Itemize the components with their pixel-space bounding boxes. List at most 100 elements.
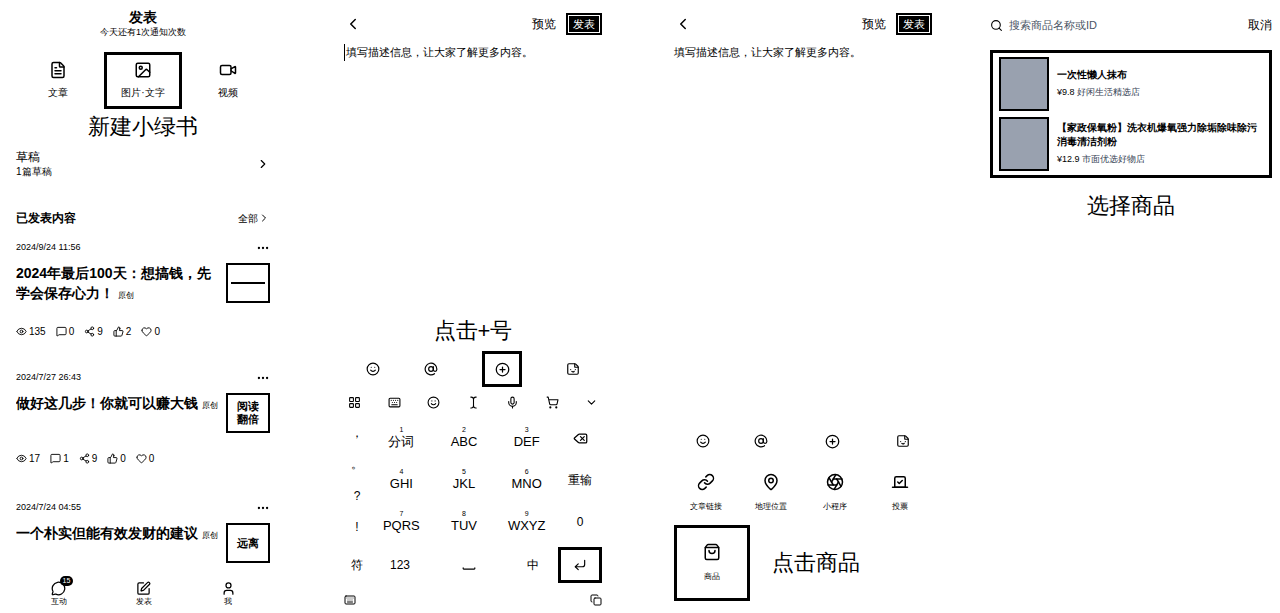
- post-item[interactable]: 2024/7/24 04:55一个朴实但能有效发财的建议 原创远离: [16, 501, 270, 575]
- all-button[interactable]: 全部: [238, 211, 270, 226]
- post-date: 2024/7/24 04:55: [16, 501, 81, 515]
- key[interactable]: 符: [344, 556, 370, 574]
- keyboard-icon[interactable]: [344, 594, 356, 606]
- subtitle: 今天还有1次通知次数: [16, 26, 270, 38]
- editor-keyboard-screen: 预览发表填写描述信息，让大家了解更多内容。点击+号，。?!1分词2ABC3DEF…: [330, 0, 616, 613]
- space-key[interactable]: [430, 558, 508, 572]
- punctuation-key[interactable]: ?: [354, 487, 361, 505]
- editor-toolbar: [674, 423, 932, 459]
- cart-icon[interactable]: [546, 396, 559, 409]
- title: 发表: [16, 8, 270, 26]
- mic-icon[interactable]: [506, 396, 519, 409]
- tool-item[interactable]: 文章链接: [674, 473, 739, 513]
- stat-icon: [113, 326, 124, 337]
- product-item[interactable]: 一次性懒人抹布¥9.8 好闲生活精选店: [999, 57, 1263, 111]
- post-item[interactable]: 2024/7/27 26:43做好这几步！你就可以赚大钱 原创阅读翻倍17190…: [16, 371, 270, 487]
- plus-icon: [825, 434, 840, 449]
- clipboard-icon[interactable]: [590, 594, 602, 606]
- sticker-icon[interactable]: [566, 362, 580, 376]
- stat-icon: [16, 326, 27, 337]
- tool-icon: [891, 473, 909, 491]
- post-date: 2024/7/27 26:43: [16, 371, 81, 385]
- drafts-row[interactable]: 草稿1篇草稿: [16, 149, 270, 179]
- side-key[interactable]: 重输: [558, 459, 602, 501]
- post-list: 2024/9/24 11:562024年最后100天：想搞钱，先学会保存心力！ …: [16, 227, 270, 575]
- type-icon: [134, 61, 152, 79]
- key[interactable]: 123: [370, 556, 430, 574]
- preview-button[interactable]: 预览: [532, 15, 556, 33]
- plus-button[interactable]: [482, 351, 522, 387]
- key[interactable]: 9WXYZ: [495, 501, 558, 543]
- emoji-icon[interactable]: [366, 362, 380, 376]
- grid-icon[interactable]: [348, 396, 361, 409]
- side-key[interactable]: 0: [558, 501, 602, 543]
- editor-tools-screen: 预览发表填写描述信息，让大家了解更多内容。文章链接地理位置小程序投票商品点击商品: [660, 0, 946, 613]
- type-button[interactable]: 图片·文字: [104, 52, 181, 109]
- chevron-down-icon[interactable]: [585, 396, 598, 409]
- plus-button[interactable]: [812, 423, 852, 459]
- header: 发表今天还有1次通知次数: [16, 0, 270, 38]
- punctuation-key[interactable]: !: [355, 518, 358, 536]
- back-icon[interactable]: [344, 15, 362, 33]
- post-title: 2024年最后100天：想搞钱，先学会保存心力！ 原创: [16, 263, 218, 306]
- tool-item[interactable]: 地理位置: [739, 473, 804, 513]
- cursor-icon[interactable]: [467, 396, 480, 409]
- punctuation-key[interactable]: 。: [351, 455, 363, 473]
- keyboard-icon[interactable]: [388, 396, 401, 409]
- more-icon[interactable]: [256, 371, 270, 385]
- type-button[interactable]: 视频: [204, 55, 252, 106]
- annotation: 点击商品: [772, 549, 860, 577]
- product-shop: 市面优选好物店: [1082, 154, 1145, 164]
- annotation: 新建小绿书: [16, 113, 270, 141]
- tool-item[interactable]: 小程序: [803, 473, 868, 513]
- key[interactable]: 中: [508, 556, 558, 574]
- key[interactable]: 5JKL: [433, 459, 496, 501]
- tool-item[interactable]: 商品: [674, 525, 750, 601]
- punctuation-key[interactable]: ，: [351, 424, 363, 442]
- sticker-icon[interactable]: [896, 434, 910, 448]
- post-stats: 171900: [16, 451, 270, 466]
- product-price: ¥9.8: [1057, 87, 1075, 97]
- top-bar: 预览发表: [674, 0, 932, 36]
- emoji-icon[interactable]: [696, 434, 710, 448]
- key[interactable]: 3DEF: [495, 417, 558, 459]
- side-key[interactable]: [558, 417, 602, 459]
- stat-icon: [56, 326, 67, 337]
- nav-item[interactable]: 我: [221, 581, 236, 608]
- key[interactable]: 8TUV: [433, 501, 496, 543]
- product-image: [999, 117, 1049, 171]
- description-input[interactable]: 填写描述信息，让大家了解更多内容。: [344, 44, 602, 61]
- more-icon[interactable]: [256, 501, 270, 515]
- key[interactable]: 7PQRS: [370, 501, 433, 543]
- key[interactable]: 6MNO: [495, 459, 558, 501]
- stat-icon: [84, 326, 95, 337]
- type-button[interactable]: 文章: [34, 55, 82, 106]
- publish-screen: 发表今天还有1次通知次数文章图片·文字视频新建小绿书草稿1篇草稿已发表内容全部2…: [0, 0, 286, 613]
- publish-button[interactable]: 发表: [896, 13, 932, 35]
- nav-item[interactable]: 15互动: [51, 581, 67, 608]
- preview-button[interactable]: 预览: [862, 15, 886, 33]
- post-thumb: 阅读翻倍: [226, 393, 270, 433]
- stat-icon: [16, 453, 27, 464]
- enter-key[interactable]: [558, 547, 602, 583]
- editor-toolbar: [344, 351, 602, 387]
- search-input[interactable]: 搜索商品名称或ID: [1009, 17, 1242, 34]
- emoji-icon[interactable]: [427, 396, 440, 409]
- key[interactable]: 2ABC: [433, 417, 496, 459]
- keyboard-footer: [344, 587, 602, 613]
- key[interactable]: 1分词: [370, 417, 433, 459]
- mention-icon[interactable]: [424, 362, 438, 376]
- back-icon[interactable]: [674, 15, 692, 33]
- keypad: ， 。?! 1分词2ABC3DEF 4GHI5JKL6MNO重输 7PQRS8TUV9W…: [344, 417, 602, 543]
- description-input[interactable]: 填写描述信息，让大家了解更多内容。: [674, 44, 932, 61]
- cancel-button[interactable]: 取消: [1248, 16, 1272, 34]
- mention-icon[interactable]: [754, 434, 768, 448]
- product-item[interactable]: 【家政保氧粉】洗衣机爆氧强力除垢除味除污消毒清洁剂粉¥12.9 市面优选好物店: [999, 117, 1263, 171]
- publish-button[interactable]: 发表: [566, 13, 602, 35]
- key[interactable]: 4GHI: [370, 459, 433, 501]
- post-item[interactable]: 2024/9/24 11:562024年最后100天：想搞钱，先学会保存心力！ …: [16, 241, 270, 357]
- tool-item[interactable]: 投票: [868, 473, 933, 513]
- more-icon[interactable]: [256, 241, 270, 255]
- nav-item[interactable]: 发表: [136, 581, 152, 608]
- stat-icon: [141, 326, 152, 337]
